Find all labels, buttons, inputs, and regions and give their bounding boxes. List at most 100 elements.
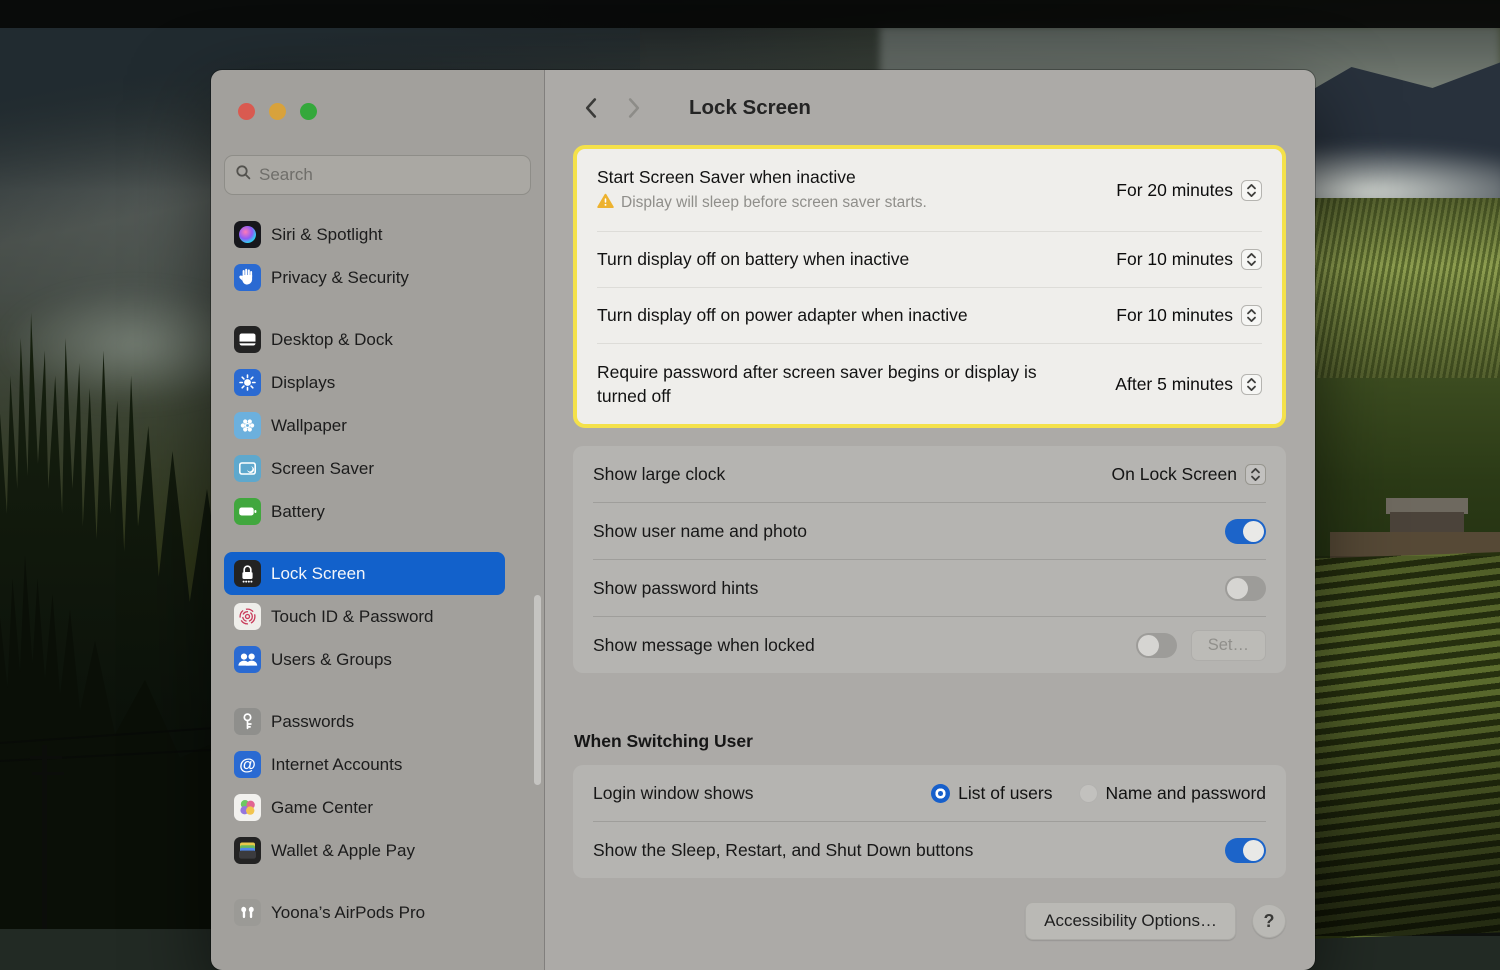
at-sign-icon: @ (234, 751, 261, 778)
login-window-radio-group: List of users Name and password (931, 783, 1266, 804)
main-panel: Lock Screen Start Screen Saver when inac… (544, 70, 1315, 970)
users-icon (234, 646, 261, 673)
popup-value: For 10 minutes (1116, 249, 1233, 270)
sidebar-item-passwords[interactable]: Passwords (224, 700, 505, 743)
section-title: When Switching User (573, 731, 1286, 752)
password-hints-toggle[interactable] (1225, 576, 1266, 601)
lock-screen-options-group: Show large clock On Lock Screen Show use… (573, 446, 1286, 673)
require-password-popup[interactable]: After 5 minutes (1115, 374, 1262, 395)
warning-icon (597, 193, 614, 214)
radio-list-of-users[interactable]: List of users (931, 783, 1052, 804)
set-message-button[interactable]: Set… (1191, 630, 1266, 661)
warning-text: Display will sleep before screen saver s… (621, 194, 927, 212)
sidebar-item-label: Displays (271, 373, 335, 393)
radio-selected-icon (931, 784, 950, 803)
menu-bar (0, 0, 1500, 28)
popup-value: For 10 minutes (1116, 305, 1233, 326)
airpods-icon (234, 899, 261, 926)
sidebar-item-displays[interactable]: Displays (224, 361, 505, 404)
close-button[interactable] (238, 103, 255, 120)
sidebar-item-airpods[interactable]: Yoona’s AirPods Pro (224, 891, 505, 934)
accessibility-options-button[interactable]: Accessibility Options… (1025, 902, 1236, 940)
sidebar-item-internet-accounts[interactable]: @ Internet Accounts (224, 743, 505, 786)
stepper-icon (1241, 249, 1262, 270)
setting-label: Start Screen Saver when inactive (597, 167, 927, 188)
setting-label: Require password after screen saver begi… (597, 360, 1037, 408)
radio-label: Name and password (1106, 783, 1267, 804)
setting-label: Show user name and photo (593, 521, 807, 542)
sidebar-item-label: Wallet & Apple Pay (271, 841, 415, 861)
sidebar-item-screen-saver[interactable]: Screen Saver (224, 447, 505, 490)
sidebar-item-touch-id[interactable]: Touch ID & Password (224, 595, 505, 638)
setting-warning: Display will sleep before screen saver s… (597, 193, 927, 214)
switching-user-group: Login window shows List of users Name an… (573, 765, 1286, 878)
zoom-button[interactable] (300, 103, 317, 120)
sidebar-item-label: Yoona’s AirPods Pro (271, 903, 425, 923)
sleep-restart-shutdown-toggle[interactable] (1225, 838, 1266, 863)
sidebar-item-game-center[interactable]: Game Center (224, 786, 505, 829)
sidebar-item-label: Touch ID & Password (271, 607, 434, 627)
sidebar-item-privacy-security[interactable]: Privacy & Security (224, 256, 505, 299)
settings-row-lock-message: Show message when locked Set… (573, 617, 1286, 673)
settings-row-username-photo: Show user name and photo (573, 503, 1286, 559)
stepper-icon (1241, 305, 1262, 326)
radio-label: List of users (958, 783, 1052, 804)
sidebar-item-siri-spotlight[interactable]: Siri & Spotlight (224, 213, 505, 256)
minimize-button[interactable] (269, 103, 286, 120)
game-center-icon (234, 794, 261, 821)
forward-button[interactable] (617, 91, 651, 125)
display-off-power-popup[interactable]: For 10 minutes (1116, 305, 1262, 326)
sidebar-item-label: Battery (271, 502, 325, 522)
screen-saver-settings-group: Start Screen Saver when inactive Display… (573, 145, 1286, 428)
search-input[interactable] (259, 165, 520, 185)
sun-icon (234, 369, 261, 396)
radio-unselected-icon (1079, 784, 1098, 803)
setting-label: Turn display off on power adapter when i… (597, 305, 968, 326)
settings-row-sleep-restart-buttons: Show the Sleep, Restart, and Shut Down b… (573, 822, 1286, 878)
setting-label: Show password hints (593, 578, 758, 599)
search-field[interactable] (224, 155, 531, 195)
wallpaper-hills-shading (1288, 198, 1500, 393)
sidebar-item-desktop-dock[interactable]: Desktop & Dock (224, 318, 505, 361)
settings-row-display-off-battery: Turn display off on battery when inactiv… (577, 232, 1282, 287)
sidebar-list: Siri & Spotlight Privacy & Security Desk… (211, 213, 544, 934)
setting-label: Show large clock (593, 464, 725, 485)
radio-name-password[interactable]: Name and password (1079, 783, 1267, 804)
start-screensaver-popup[interactable]: For 20 minutes (1116, 180, 1262, 201)
large-clock-popup[interactable]: On Lock Screen (1112, 464, 1266, 485)
sidebar-item-label: Game Center (271, 798, 373, 818)
lock-icon (234, 560, 261, 587)
sidebar-item-label: Passwords (271, 712, 354, 732)
sidebar-item-users-groups[interactable]: Users & Groups (224, 638, 505, 681)
display-off-battery-popup[interactable]: For 10 minutes (1116, 249, 1262, 270)
popup-value: For 20 minutes (1116, 180, 1233, 201)
setting-label: Login window shows (593, 783, 754, 804)
battery-icon (234, 498, 261, 525)
username-photo-toggle[interactable] (1225, 519, 1266, 544)
help-button[interactable]: ? (1252, 904, 1286, 938)
desktop-dock-icon (234, 326, 261, 353)
back-button[interactable] (573, 91, 607, 125)
settings-row-login-window: Login window shows List of users Name an… (573, 765, 1286, 821)
sidebar-item-wallpaper[interactable]: Wallpaper (224, 404, 505, 447)
settings-row-password-hints: Show password hints (573, 560, 1286, 616)
sidebar-item-battery[interactable]: Battery (224, 490, 505, 533)
settings-row-start-screensaver: Start Screen Saver when inactive Display… (577, 149, 1282, 231)
sidebar-item-wallet[interactable]: Wallet & Apple Pay (224, 829, 505, 872)
fingerprint-icon (234, 603, 261, 630)
sidebar-item-lock-screen[interactable]: Lock Screen (224, 552, 505, 595)
setting-label: Turn display off on battery when inactiv… (597, 249, 909, 270)
wallpaper-pole-crossarm (32, 772, 64, 775)
lock-message-toggle[interactable] (1136, 633, 1177, 658)
page-title: Lock Screen (689, 96, 811, 120)
stepper-icon (1245, 464, 1266, 485)
siri-icon (234, 221, 261, 248)
setting-label: Show message when locked (593, 635, 815, 656)
system-settings-window: Siri & Spotlight Privacy & Security Desk… (211, 70, 1315, 970)
setting-label: Show the Sleep, Restart, and Shut Down b… (593, 840, 973, 861)
sidebar-scrollbar[interactable] (534, 595, 541, 785)
settings-row-require-password: Require password after screen saver begi… (577, 344, 1282, 424)
popup-value: After 5 minutes (1115, 374, 1233, 395)
sidebar-item-label: Privacy & Security (271, 268, 409, 288)
window-controls (238, 103, 317, 120)
